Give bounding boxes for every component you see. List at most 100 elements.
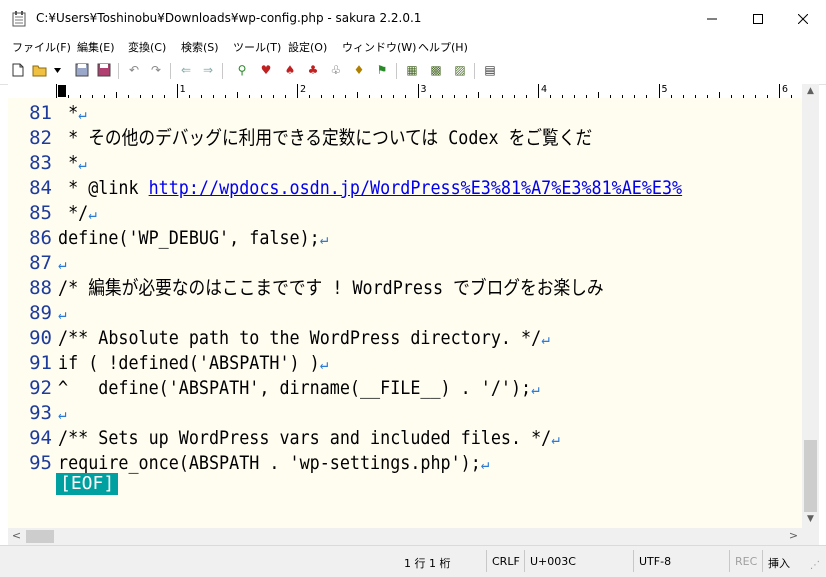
search-button[interactable]: ⚲	[234, 62, 250, 78]
save-button[interactable]	[74, 62, 90, 78]
code-line[interactable]: /** Sets up WordPress vars and included …	[58, 426, 560, 451]
line-number: 89	[29, 302, 52, 324]
menu-settings[interactable]: 設定(O)	[288, 39, 327, 55]
code-line[interactable]: if ( !defined('ABSPATH') )↵	[58, 351, 328, 376]
grep-icon: ♧	[330, 63, 342, 77]
new-file-button[interactable]	[10, 62, 26, 78]
vertical-scroll-thumb[interactable]	[804, 440, 817, 512]
tag-jump-icon: ♦	[353, 63, 365, 77]
toolbar-separator	[170, 63, 171, 79]
line-number: 87	[29, 252, 52, 274]
search-next-icon: ♠	[284, 63, 296, 77]
code-line[interactable]: /** Absolute path to the WordPress direc…	[58, 326, 550, 351]
code-line[interactable]: ^ define('ABSPATH', dirname(__FILE__) . …	[58, 376, 540, 401]
undo-button[interactable]: ↶	[126, 62, 142, 78]
new-file-icon	[12, 63, 24, 77]
resize-grip-icon[interactable]: ⋰	[810, 560, 820, 571]
tag-jump-button[interactable]: ♦	[351, 62, 367, 78]
line-break-mark: ↵	[531, 379, 540, 398]
open-dropdown-button[interactable]	[52, 62, 62, 78]
line-break-mark: ↵	[541, 329, 550, 348]
search-next-button[interactable]: ♠	[282, 62, 298, 78]
search-prev-button[interactable]: ♥	[258, 62, 274, 78]
line-ending[interactable]: CRLF	[492, 555, 520, 568]
ruler-label: 1	[179, 84, 186, 95]
scroll-up-icon[interactable]: ▲	[802, 86, 819, 96]
macro-run-button[interactable]: ▨	[452, 62, 468, 78]
line-number: 91	[29, 352, 52, 374]
encoding[interactable]: UTF-8	[639, 555, 671, 568]
menu-help[interactable]: ヘルプ(H)	[418, 39, 468, 55]
rec-indicator[interactable]: REC	[735, 555, 757, 568]
line-number-gutter[interactable]: 81 82 83 84 85 86 87 88 89 90 91 92 93 94 95	[8, 98, 56, 528]
app-window: C:¥Users¥Toshinobu¥Downloads¥wp-config.p…	[0, 0, 826, 577]
code-text: */	[58, 202, 89, 224]
dropdown-arrow-icon	[53, 67, 61, 73]
search-icon: ⚲	[237, 63, 247, 77]
line-break-mark: ↵	[58, 404, 67, 423]
outline-button[interactable]: ⚑	[374, 62, 390, 78]
notepad-app-icon	[12, 11, 26, 27]
redo-button[interactable]: ↷	[148, 62, 164, 78]
redo-icon: ↷	[150, 63, 162, 77]
scroll-down-icon[interactable]: ▼	[802, 514, 819, 524]
scroll-left-icon[interactable]: <	[8, 529, 25, 542]
ruler-corner	[8, 84, 56, 99]
menu-file[interactable]: ファイル(F)	[12, 39, 71, 55]
menu-edit[interactable]: 編集(E)	[77, 39, 115, 55]
cursor-position[interactable]: 1 行 1 桁	[404, 555, 451, 571]
line-number: 94	[29, 427, 52, 449]
code-line[interactable]: ↵	[58, 301, 66, 326]
ruler-label: 2	[300, 84, 307, 95]
ruler[interactable]: 0 1 2 3 4 5 6	[56, 84, 802, 99]
code-line[interactable]: *↵	[58, 101, 87, 126]
jump-back-icon: ⇐	[180, 63, 192, 77]
close-icon	[798, 14, 808, 24]
code-line[interactable]: define('WP_DEBUG', false);↵	[58, 226, 328, 251]
code-line[interactable]: * その他のデバッグに利用できる定数については Codex をご覧くだ	[58, 126, 592, 151]
macro-button[interactable]: ▩	[428, 62, 444, 78]
line-number: 92	[29, 377, 52, 399]
menu-convert[interactable]: 変換(C)	[128, 39, 166, 55]
open-file-button[interactable]	[32, 62, 48, 78]
text-editor-area[interactable]: [EOF] *↵ * その他のデバッグに利用できる定数については Codex を…	[56, 98, 802, 528]
compare-icon: ▦	[406, 63, 418, 77]
close-button[interactable]	[780, 0, 826, 38]
code-line[interactable]: */↵	[58, 201, 97, 226]
window-list-button[interactable]: ▤	[482, 62, 498, 78]
char-code[interactable]: U+003C	[530, 555, 576, 568]
menu-window[interactable]: ウィンドウ(W)	[342, 39, 416, 55]
save-all-button[interactable]	[96, 62, 112, 78]
maximize-icon	[753, 14, 763, 24]
replace-button[interactable]: ♣	[305, 62, 321, 78]
vertical-scrollbar[interactable]: ▲ ▼	[802, 84, 819, 528]
line-break-mark: ↵	[78, 104, 87, 123]
horizontal-scrollbar[interactable]: < >	[8, 528, 802, 545]
menu-search[interactable]: 検索(S)	[181, 39, 219, 55]
code-line[interactable]: *↵	[58, 151, 87, 176]
code-line[interactable]: ↵	[58, 401, 66, 426]
insert-mode[interactable]: 挿入	[768, 555, 790, 571]
line-number: 90	[29, 327, 52, 349]
macro-run-icon: ▨	[454, 63, 466, 77]
jump-back-button[interactable]: ⇐	[178, 62, 194, 78]
code-line[interactable]: * @link http://wpdocs.osdn.jp/WordPress%…	[58, 176, 682, 201]
compare-button[interactable]: ▦	[404, 62, 420, 78]
jump-forward-button[interactable]: ⇒	[200, 62, 216, 78]
menu-tools[interactable]: ツール(T)	[233, 39, 281, 55]
code-link[interactable]: http://wpdocs.osdn.jp/WordPress%E3%81%A7…	[149, 177, 683, 199]
code-line[interactable]: ↵	[58, 251, 66, 276]
horizontal-scroll-thumb[interactable]	[26, 530, 54, 543]
grep-button[interactable]: ♧	[328, 62, 344, 78]
minimize-button[interactable]	[689, 0, 735, 38]
code-line[interactable]: /* 編集が必要なのはここまでです ! WordPress でブログをお楽しみ	[58, 276, 604, 301]
code-text: define('WP_DEBUG', false);	[58, 227, 320, 249]
code-line[interactable]: require_once(ABSPATH . 'wp-settings.php'…	[58, 451, 489, 476]
search-prev-icon: ♥	[260, 63, 272, 77]
scroll-right-icon[interactable]: >	[785, 529, 802, 542]
title-bar[interactable]: C:¥Users¥Toshinobu¥Downloads¥wp-config.p…	[0, 0, 826, 38]
toolbar-separator	[474, 63, 475, 79]
maximize-button[interactable]	[735, 0, 781, 38]
toolbar-separator	[222, 63, 223, 79]
status-separator	[524, 550, 525, 572]
